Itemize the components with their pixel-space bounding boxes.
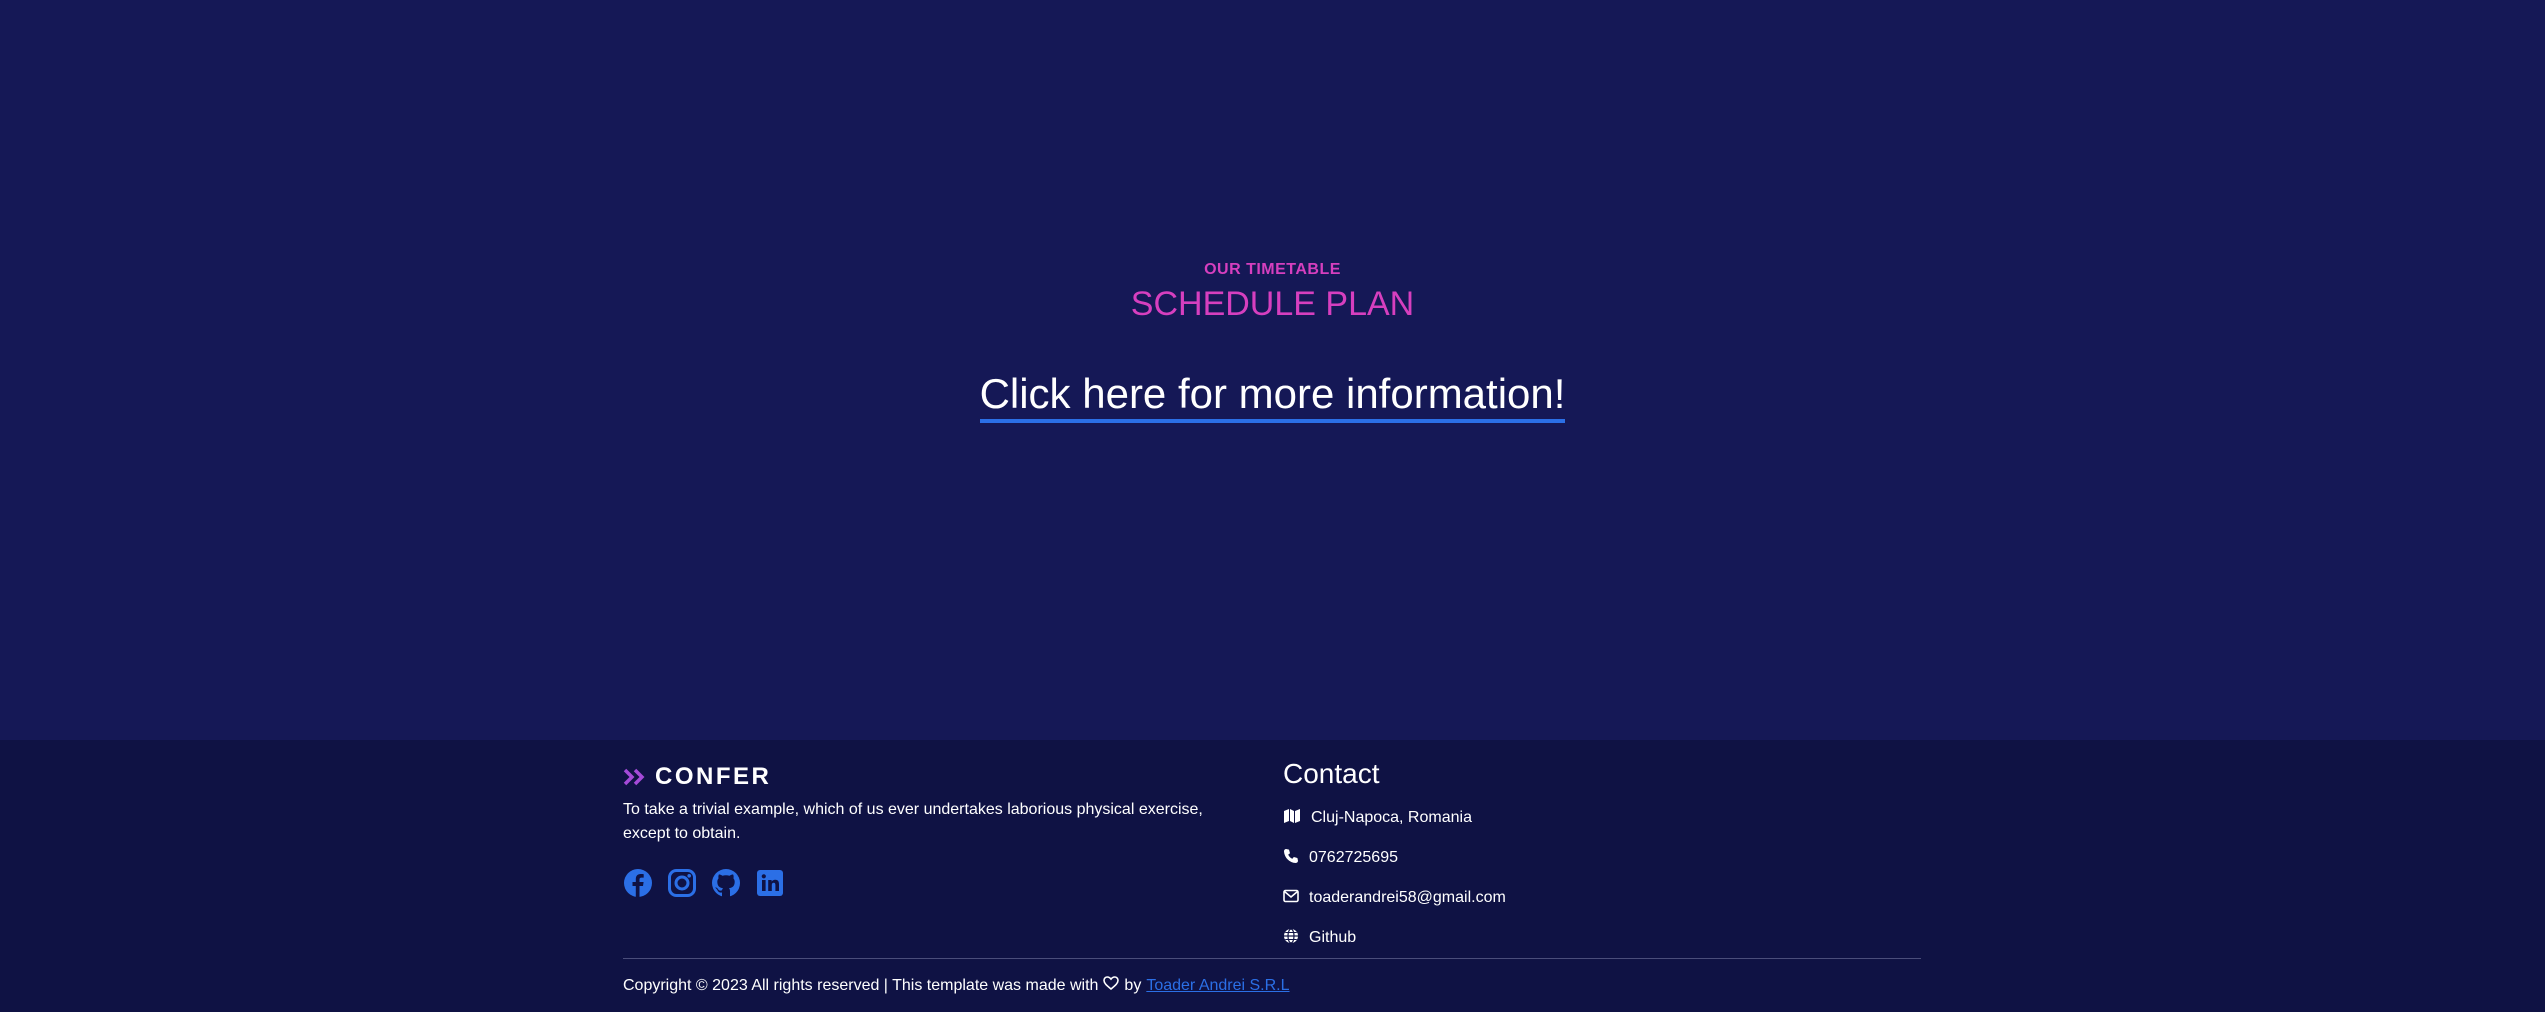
instagram-icon[interactable] <box>667 868 697 898</box>
contact-phone: 0762725695 <box>1283 838 1506 878</box>
copyright-text: Copyright © 2023 All rights reserved | T… <box>623 976 1099 994</box>
schedule-headline: SCHEDULE PLAN <box>1130 285 1415 323</box>
copyright: Copyright © 2023 All rights reserved | T… <box>623 976 1290 995</box>
brand-name: CONFER <box>655 763 772 790</box>
more-info-container: Click here for more information! <box>0 370 2545 423</box>
envelope-icon <box>1283 889 1299 908</box>
author-link[interactable]: Toader Andrei S.R.L <box>1146 977 1289 995</box>
contact-address: Cluj-Napoca, Romania <box>1283 798 1506 838</box>
schedule-section: OUR TIMETABLE SCHEDULE PLAN Click here f… <box>0 0 2545 740</box>
social-links <box>623 868 785 898</box>
facebook-icon[interactable] <box>623 868 653 898</box>
contact-list: Cluj-Napoca, Romania 0762725695 toaderan… <box>1283 798 1506 958</box>
contact-phone-text: 0762725695 <box>1309 849 1398 866</box>
contact-github-text: Github <box>1309 929 1357 946</box>
double-chevron-right-icon <box>623 767 647 787</box>
phone-icon <box>1283 848 1299 869</box>
contact-email-text: toaderandrei58@gmail.com <box>1309 889 1506 906</box>
footer-divider <box>623 958 1921 959</box>
map-icon <box>1283 808 1301 829</box>
linkedin-icon[interactable] <box>755 868 785 898</box>
brand-logo[interactable]: CONFER <box>623 763 771 791</box>
copyright-by: by <box>1124 976 1142 994</box>
footer: CONFER To take a trivial example, which … <box>0 740 2545 1012</box>
contact-address-text: Cluj-Napoca, Romania <box>1311 809 1472 826</box>
footer-about-text: To take a trivial example, which of us e… <box>623 801 1203 842</box>
more-info-link[interactable]: Click here for more information! <box>979 370 1566 423</box>
contact-github[interactable]: Github <box>1283 918 1506 958</box>
heart-icon <box>1103 976 1120 995</box>
globe-icon <box>1283 927 1299 949</box>
github-icon[interactable] <box>711 868 741 898</box>
contact-title: Contact <box>1283 758 1380 789</box>
contact-email: toaderandrei58@gmail.com <box>1283 878 1506 918</box>
schedule-eyebrow: OUR TIMETABLE <box>1204 261 1341 278</box>
